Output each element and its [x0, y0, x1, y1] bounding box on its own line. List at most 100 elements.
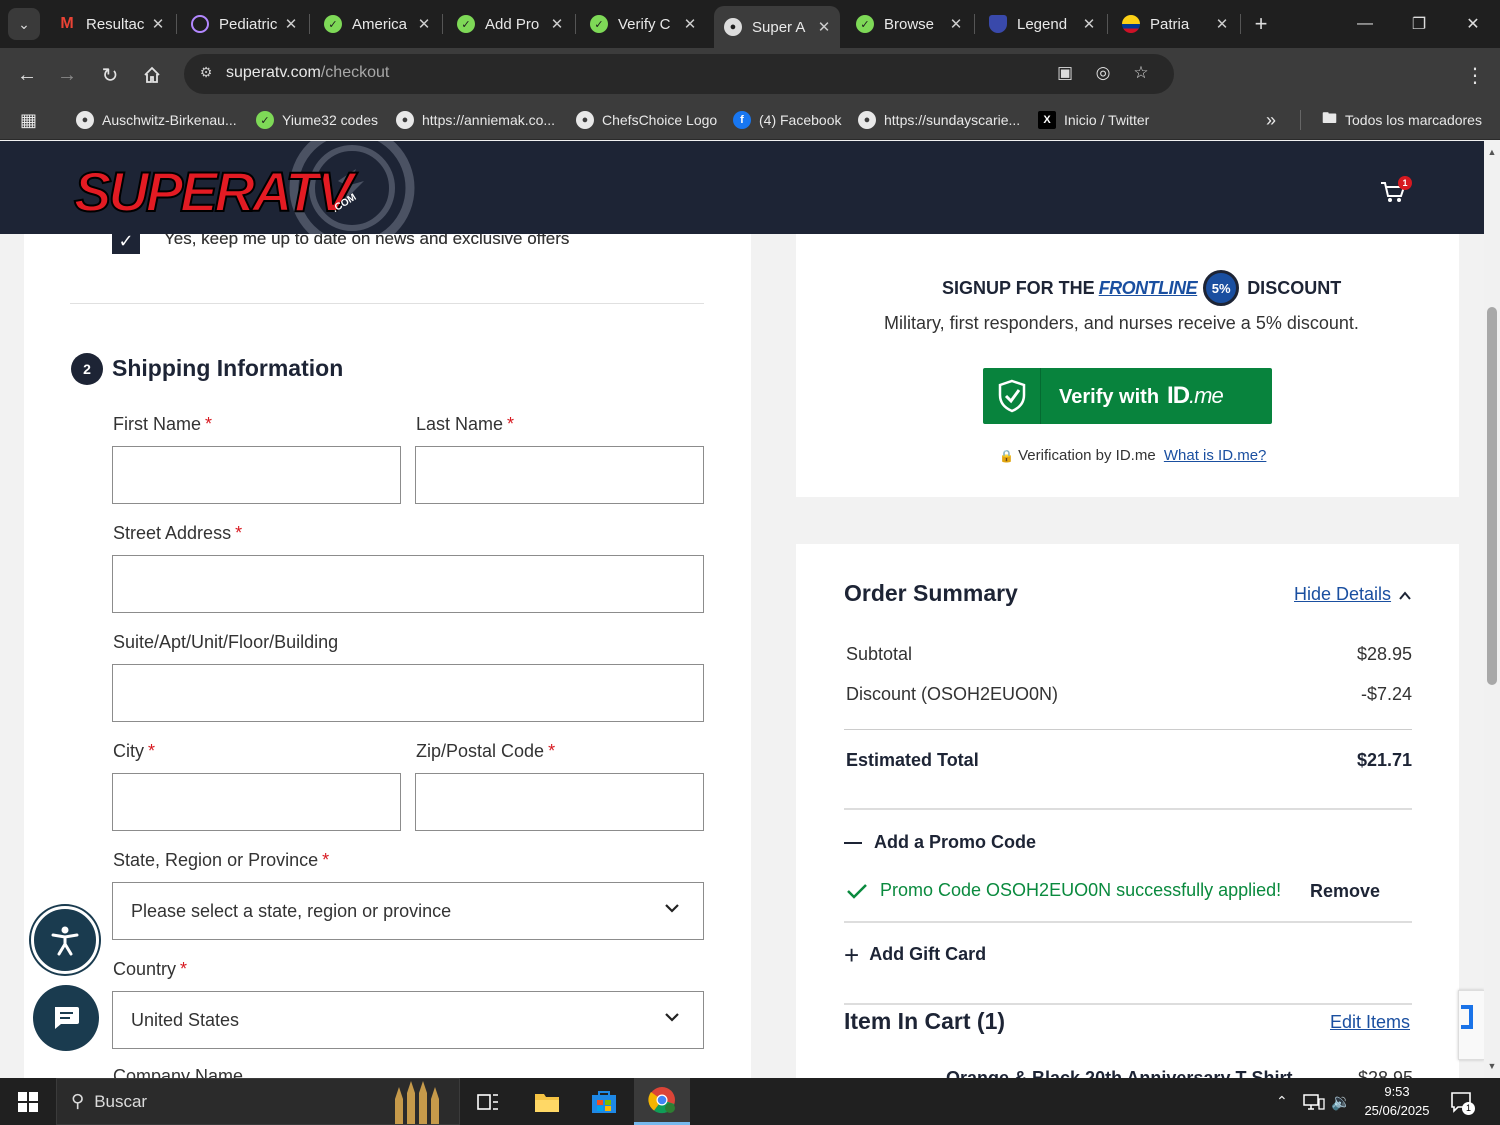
more-bookmarks-icon[interactable]: »: [1266, 108, 1276, 132]
chat-button[interactable]: [33, 985, 99, 1051]
new-tab-button[interactable]: +: [1248, 10, 1274, 38]
state-select[interactable]: Please select a state, region or provinc…: [112, 882, 704, 940]
tab-6-active[interactable]: ● Super A ✕: [714, 6, 840, 48]
install-app-icon[interactable]: ▣: [1054, 63, 1076, 85]
show-hidden-icons[interactable]: ⌃: [1276, 1078, 1288, 1125]
cart-item-name[interactable]: Orange & Black 20th Anniversary T-Shirt: [946, 1068, 1306, 1078]
tab-title: Patria: [1150, 15, 1190, 33]
windows-logo-icon: [18, 1091, 38, 1112]
bookmark-item[interactable]: ● ChefsChoice Logo: [576, 108, 717, 132]
idme-brand-suffix: .me: [1189, 383, 1224, 408]
eye-off-icon[interactable]: ◎: [1092, 63, 1114, 85]
zip-field[interactable]: [415, 773, 704, 831]
close-icon[interactable]: ✕: [814, 18, 834, 36]
edit-items-link[interactable]: Edit Items: [1330, 1012, 1410, 1033]
minimize-button[interactable]: —: [1338, 0, 1392, 48]
volume-icon[interactable]: 🔉: [1331, 1078, 1351, 1125]
scroll-up-icon[interactable]: ▲: [1487, 147, 1497, 157]
forward-button[interactable]: →: [52, 60, 82, 90]
bookmark-item[interactable]: ✓ Yiume32 codes: [256, 108, 378, 132]
shield-check-icon: [983, 368, 1041, 424]
tab-4[interactable]: ✓ Add Pro ✕: [447, 6, 573, 42]
newsletter-checkbox-visible[interactable]: ✓: [112, 231, 140, 254]
label-text: City: [113, 741, 144, 761]
file-explorer-button[interactable]: [519, 1078, 575, 1125]
bookmark-item[interactable]: ● https://sundayscarie...: [858, 108, 1020, 132]
tab-separator: [442, 14, 443, 34]
start-button[interactable]: [0, 1078, 56, 1125]
tab-search-button[interactable]: ⌄: [8, 8, 40, 40]
close-icon[interactable]: ✕: [547, 15, 567, 33]
globe-icon: ●: [396, 111, 414, 129]
tab-7[interactable]: ✓ Browse ✕: [846, 6, 972, 42]
superatv-logo-overlay[interactable]: SUPERATV .COM: [70, 125, 420, 251]
suite-field[interactable]: [112, 664, 704, 722]
close-icon[interactable]: ✕: [148, 15, 168, 33]
minus-icon: [844, 841, 862, 844]
bookmark-item[interactable]: ● https://anniemak.co...: [396, 108, 555, 132]
accessibility-button[interactable]: [31, 906, 99, 974]
tab-8[interactable]: Legend ✕: [979, 6, 1105, 42]
tab-2[interactable]: Pediatric ✕: [181, 6, 307, 42]
tab-title: Verify C: [618, 15, 671, 33]
bookmark-item[interactable]: ● Auschwitz-Birkenau...: [76, 108, 237, 132]
street-address-field[interactable]: [112, 555, 704, 613]
required-mark: *: [548, 741, 556, 761]
bookmark-star-icon[interactable]: ☆: [1130, 63, 1152, 85]
gift-card-toggle[interactable]: + Add Gift Card: [844, 942, 986, 968]
close-icon[interactable]: ✕: [281, 15, 301, 33]
last-name-field[interactable]: [415, 446, 704, 504]
back-button[interactable]: ←: [12, 60, 42, 90]
close-icon[interactable]: ✕: [414, 15, 434, 33]
close-icon[interactable]: ✕: [1079, 15, 1099, 33]
folder-icon: 🖿: [1322, 109, 1338, 127]
tab-3[interactable]: ✓ America ✕: [314, 6, 440, 42]
page-scrollbar[interactable]: ▲ ▼: [1484, 141, 1500, 1078]
bookmark-item[interactable]: f (4) Facebook: [733, 108, 841, 132]
notifications-button[interactable]: 1: [1450, 1078, 1475, 1125]
state-label: State, Region or Province *: [113, 850, 329, 871]
taskbar-clock[interactable]: 9:53 25/06/2025: [1362, 1082, 1432, 1120]
apps-grid-icon[interactable]: ▦: [20, 108, 37, 132]
address-bar[interactable]: ⚙ superatv.com/checkout ▣ ◎ ☆: [184, 54, 1174, 94]
home-button[interactable]: [137, 60, 167, 90]
close-window-button[interactable]: ✕: [1446, 0, 1500, 48]
tab-5[interactable]: ✓ Verify C ✕: [580, 6, 706, 42]
what-is-idme-link[interactable]: What is ID.me?: [1164, 447, 1267, 464]
first-name-field[interactable]: [112, 446, 401, 504]
menu-kebab-icon[interactable]: ⋮: [1460, 60, 1490, 90]
close-icon[interactable]: ✕: [680, 15, 700, 33]
site-info-icon[interactable]: ⚙: [196, 64, 216, 84]
close-icon[interactable]: ✕: [946, 15, 966, 33]
restore-button[interactable]: ❐: [1392, 0, 1446, 48]
scroll-down-icon[interactable]: ▼: [1487, 1061, 1497, 1071]
taskbar-search[interactable]: ⚲ Buscar: [56, 1078, 460, 1125]
remove-promo-button[interactable]: Remove: [1310, 881, 1380, 902]
idme-brand: ID: [1167, 382, 1190, 409]
all-bookmarks-folder[interactable]: 🖿 Todos los marcadores: [1322, 108, 1482, 132]
country-select[interactable]: United States: [112, 991, 704, 1049]
tab-9[interactable]: Patria ✕: [1112, 6, 1238, 42]
city-field[interactable]: [112, 773, 401, 831]
network-icon[interactable]: [1303, 1078, 1325, 1125]
first-name-label: First Name *: [113, 414, 212, 435]
chrome-taskbar-button[interactable]: [634, 1078, 690, 1125]
promo-code-toggle[interactable]: Add a Promo Code: [844, 832, 1036, 853]
windows-taskbar: ⚲ Buscar ⌃ 🔉 9:53 25/06/2025 1: [0, 1078, 1500, 1125]
recaptcha-badge[interactable]: [1458, 990, 1484, 1060]
store-button[interactable]: [576, 1078, 632, 1125]
signup-prefix: SIGNUP FOR THE: [942, 277, 1095, 298]
close-icon[interactable]: ✕: [1212, 15, 1232, 33]
hide-details-link[interactable]: Hide Details: [1294, 584, 1391, 605]
reload-button[interactable]: ↻: [95, 60, 125, 90]
url-text[interactable]: superatv.com/checkout: [226, 64, 389, 82]
chrome-icon: [648, 1087, 675, 1114]
scrollbar-thumb[interactable]: [1487, 307, 1497, 685]
promo-success-message: Promo Code OSOH2EUO0N successfully appli…: [846, 880, 1281, 901]
task-view-button[interactable]: [460, 1078, 516, 1125]
tab-1[interactable]: M Resultac ✕: [48, 6, 174, 42]
verify-idme-button[interactable]: Verify with ID.me: [983, 368, 1272, 424]
chevron-up-icon[interactable]: [1398, 589, 1412, 603]
bookmark-item[interactable]: X Inicio / Twitter: [1038, 108, 1149, 132]
check-circle-icon: ✓: [590, 15, 608, 33]
